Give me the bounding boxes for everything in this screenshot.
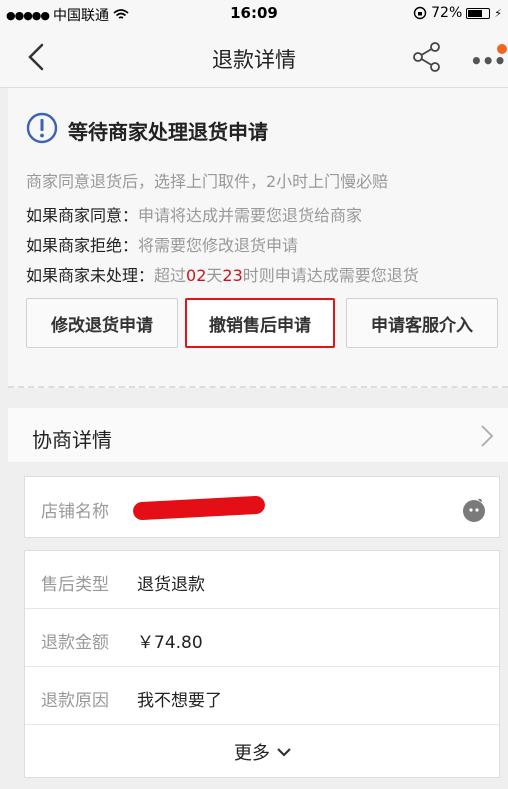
share-icon[interactable] (410, 40, 444, 74)
merchant-reject-line: 如果商家拒绝：将需要您修改退货申请 (26, 236, 299, 255)
merchant-agree-line: 如果商家同意：申请将达成并需要您退货给商家 (26, 206, 363, 225)
merchant-no-action-line: 如果商家未处理：超过02天23时则申请达成需要您退货 (26, 266, 419, 285)
after-sale-type-label: 售后类型 (41, 575, 109, 595)
battery-percent: 72% (431, 5, 463, 21)
modify-return-button[interactable]: 修改退货申请 (26, 298, 178, 348)
more-menu-icon[interactable]: ••• (470, 51, 506, 71)
refund-reason-value: 我不想要了 (137, 691, 222, 711)
refund-details-card: 售后类型 退货退款 退款金额 ￥74.80 退款原因 我不想要了 更多 (24, 550, 501, 779)
more-button[interactable]: 更多 (25, 725, 501, 779)
store-card[interactable]: 店铺名称 (24, 476, 500, 538)
negotiation-details-title: 协商详情 (32, 428, 112, 452)
refund-amount-label: 退款金额 (41, 633, 109, 653)
negotiation-details-row[interactable]: 协商详情 (8, 408, 508, 462)
nav-bar: 退款详情 ••• (0, 26, 508, 88)
refund-reason-row: 退款原因 我不想要了 (25, 667, 501, 725)
refund-reason-label: 退款原因 (41, 691, 109, 711)
status-hint: 商家同意退货后，选择上门取件，2小时上门慢必赔 (26, 172, 389, 191)
notification-dot (497, 44, 507, 54)
redacted-store-name (132, 495, 266, 521)
status-title: 等待商家处理退货申请 (68, 120, 268, 144)
rotation-lock-icon (413, 6, 427, 20)
status-bar: ●●●●● 中国联通 16:09 72% ⚡ (0, 0, 508, 26)
chevron-down-icon (277, 748, 291, 757)
countdown-days: 02 (186, 266, 207, 285)
battery-icon (466, 7, 491, 19)
info-icon (26, 112, 58, 144)
charging-icon: ⚡ (494, 6, 502, 20)
chevron-right-icon (481, 425, 494, 447)
cancel-after-sale-button[interactable]: 撤销售后申请 (185, 298, 335, 348)
countdown-hours: 23 (222, 266, 243, 285)
store-name-label: 店铺名称 (41, 502, 109, 522)
refund-status-card: 等待商家处理退货申请 商家同意退货后，选择上门取件，2小时上门慢必赔 如果商家同… (8, 88, 508, 388)
after-sale-type-value: 退货退款 (137, 575, 205, 595)
request-customer-service-button[interactable]: 申请客服介入 (346, 298, 498, 348)
refund-amount-row: 退款金额 ￥74.80 (25, 609, 501, 667)
after-sale-type-row: 售后类型 退货退款 (25, 551, 501, 609)
store-chat-icon[interactable] (461, 497, 487, 523)
more-label: 更多 (234, 743, 270, 764)
refund-amount-value: ￥74.80 (137, 633, 203, 653)
